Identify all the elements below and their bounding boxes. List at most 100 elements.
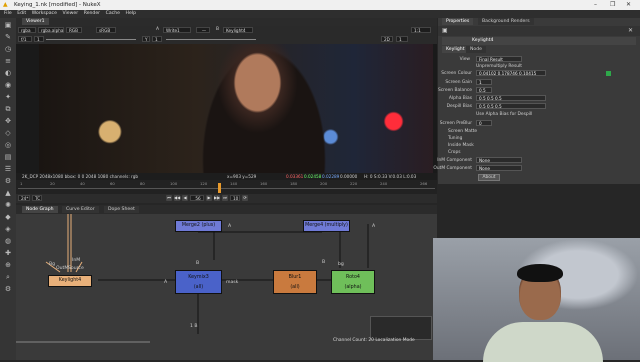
- tab-viewer1[interactable]: Viewer1: [22, 18, 49, 25]
- step-back-button[interactable]: ◀◀: [174, 195, 180, 201]
- menu-viewer[interactable]: Viewer: [62, 11, 78, 16]
- inm-component-dropdown[interactable]: None: [476, 157, 522, 163]
- viewer-image[interactable]: [39, 44, 433, 173]
- group-tuning[interactable]: Tuning: [438, 135, 638, 142]
- frame-field[interactable]: 1: [396, 36, 408, 42]
- close-button[interactable]: ✕: [626, 1, 631, 8]
- search-tool-icon[interactable]: ⌕: [3, 272, 13, 282]
- 3d-tool-icon[interactable]: ◇: [3, 128, 13, 138]
- minimize-button[interactable]: –: [594, 1, 597, 8]
- tab-dope-sheet[interactable]: Dope Sheet: [104, 206, 139, 213]
- despill-bias-field[interactable]: 0.5 0.5 0.5: [476, 103, 546, 109]
- tab-curve-editor[interactable]: Curve Editor: [62, 206, 99, 213]
- playhead[interactable]: [218, 183, 221, 193]
- increment-field[interactable]: 10: [230, 195, 240, 201]
- node-graph-minimap[interactable]: [370, 316, 432, 340]
- merge4-node[interactable]: Merge4 (multiply): [303, 220, 350, 232]
- view-mode-dropdown[interactable]: 2D: [381, 36, 393, 42]
- zoom-dropdown[interactable]: 1:1: [411, 27, 431, 33]
- channel-tool-icon[interactable]: ≡: [3, 56, 13, 66]
- input-process-dropdown[interactable]: sRGB: [96, 27, 116, 33]
- menu-cache[interactable]: Cache: [106, 11, 120, 16]
- timeline-ruler[interactable]: 1 20 40 60 80 100 120 140 160 180 200 22…: [16, 180, 437, 194]
- color-tool-icon[interactable]: ◐: [3, 68, 13, 78]
- merge-tool-icon[interactable]: ⧉: [3, 104, 13, 114]
- loop-button[interactable]: ⟳: [242, 195, 248, 201]
- node-name[interactable]: Keylight4: [472, 38, 493, 43]
- toolsets-tool-icon[interactable]: ☰: [3, 164, 13, 174]
- presenter-shirt: [483, 322, 603, 362]
- cara-tool-icon[interactable]: ◈: [3, 224, 13, 234]
- roto4-node[interactable]: Roto4 (alpha): [331, 270, 375, 294]
- plugin-tool-icon[interactable]: ✚: [3, 248, 13, 258]
- screen-colour-field[interactable]: 0.04102 0.178746 0.10415: [476, 70, 546, 76]
- last-frame-button[interactable]: ⏭: [222, 195, 228, 201]
- gain-slider[interactable]: [46, 39, 136, 40]
- group-screen-matte[interactable]: Screen Matte: [438, 128, 638, 135]
- timecode-toggle[interactable]: TC: [32, 195, 42, 201]
- tick-label: 20: [50, 181, 55, 186]
- first-frame-button[interactable]: ⏮: [166, 195, 172, 201]
- particles-tool-icon[interactable]: ✺: [3, 200, 13, 210]
- draw-tool-icon[interactable]: ✎: [3, 32, 13, 42]
- menu-workspace[interactable]: Workspace: [32, 11, 57, 16]
- ocula-tool-icon[interactable]: ◍: [3, 236, 13, 246]
- menu-file[interactable]: File: [4, 11, 12, 16]
- screen-preblur-field[interactable]: 0: [476, 120, 492, 126]
- menu-help[interactable]: Help: [126, 11, 136, 16]
- screen-gain-field[interactable]: 1: [476, 79, 492, 85]
- menu-render[interactable]: Render: [84, 11, 100, 16]
- close-panel-icon[interactable]: ✕: [628, 27, 633, 34]
- other-tool-icon[interactable]: ⚙: [3, 176, 13, 186]
- group-crops[interactable]: Crops: [438, 149, 638, 156]
- wipe-dropdown[interactable]: —: [196, 27, 210, 33]
- prop-unpremultiply[interactable]: Unpremultiply Result: [438, 63, 638, 70]
- transform-tool-icon[interactable]: ✥: [3, 116, 13, 126]
- maximize-button[interactable]: ❐: [610, 1, 615, 8]
- fps-field[interactable]: 24*: [18, 195, 30, 201]
- tab-properties[interactable]: Properties: [442, 18, 474, 25]
- settings-tool-icon[interactable]: ⚙: [3, 284, 13, 294]
- alpha-bias-field[interactable]: 0.5 0.5 0.5: [476, 95, 546, 101]
- time-tool-icon[interactable]: ◷: [3, 44, 13, 54]
- group-inside-mask[interactable]: Inside Mask: [438, 142, 638, 149]
- tab-background-renders[interactable]: Background Renders: [478, 18, 534, 25]
- about-button[interactable]: About: [478, 174, 500, 181]
- gamma-slider[interactable]: [166, 39, 256, 40]
- channels-dropdown[interactable]: rgba: [18, 27, 36, 33]
- play-backward-button[interactable]: ◀: [182, 195, 188, 201]
- a-input-dropdown[interactable]: Write1: [163, 27, 191, 33]
- keyer-tool-icon[interactable]: ✦: [3, 92, 13, 102]
- layer-dropdown[interactable]: rgba.alpha: [38, 27, 64, 33]
- current-frame-field[interactable]: 56: [190, 195, 204, 201]
- tab-node-graph[interactable]: Node Graph: [22, 206, 58, 213]
- tab-keylight[interactable]: Keylight: [442, 46, 469, 53]
- view-dropdown[interactable]: Final Result: [476, 56, 522, 62]
- step-forward-button[interactable]: ▶▶: [214, 195, 220, 201]
- play-forward-button[interactable]: ▶: [206, 195, 212, 201]
- color-swatch[interactable]: [606, 71, 611, 76]
- deep-tool-icon[interactable]: ◆: [3, 212, 13, 222]
- globe-tool-icon[interactable]: ⊕: [3, 260, 13, 270]
- filter-tool-icon[interactable]: ◉: [3, 80, 13, 90]
- colorspace-dropdown[interactable]: RGB: [66, 27, 82, 33]
- gain-field[interactable]: 1: [34, 36, 44, 42]
- tick-label: 60: [110, 181, 115, 186]
- screen-balance-field[interactable]: 0.5: [476, 87, 492, 93]
- image-tool-icon[interactable]: ▣: [3, 20, 13, 30]
- keymix3-node[interactable]: Keymix3 (all): [175, 270, 222, 294]
- b-input-dropdown[interactable]: Keylight4: [223, 27, 253, 33]
- gamma-field[interactable]: 1: [152, 36, 162, 42]
- furnace-tool-icon[interactable]: ▲: [3, 188, 13, 198]
- menu-edit[interactable]: Edit: [17, 11, 26, 16]
- outm-component-dropdown[interactable]: None: [476, 165, 522, 171]
- prop-use-alpha-bias[interactable]: Use Alpha Bias for Despill: [438, 111, 638, 118]
- merge2-node[interactable]: Merge2 (plus): [175, 220, 222, 232]
- views-tool-icon[interactable]: ◎: [3, 140, 13, 150]
- blur1-node[interactable]: Blur1 (all): [273, 270, 317, 294]
- keylight4-node[interactable]: Keylight4: [48, 275, 92, 287]
- tab-node[interactable]: Node: [466, 46, 486, 53]
- metadata-tool-icon[interactable]: ▤: [3, 152, 13, 162]
- lock-icon[interactable]: ▣: [442, 27, 448, 34]
- tick-label: 180: [290, 181, 298, 186]
